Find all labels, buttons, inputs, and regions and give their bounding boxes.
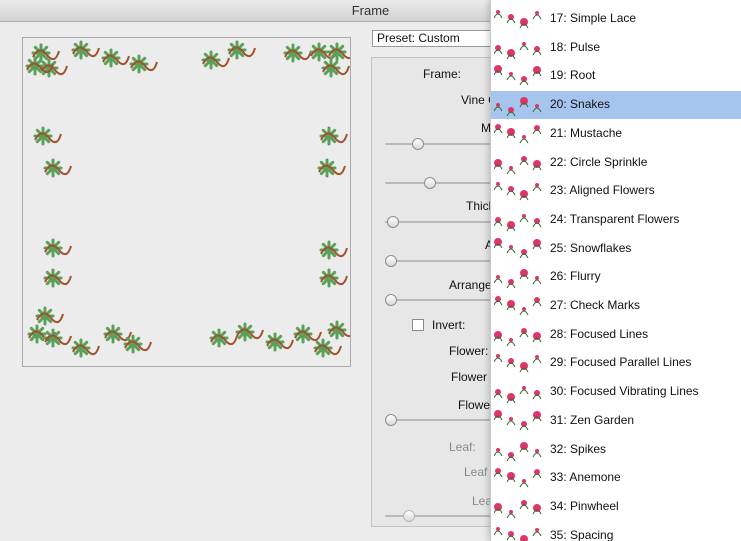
arrange-label: Arrange [449,278,492,292]
frame-thumbnail-icon [494,409,542,431]
frame-thumbnail-icon [494,182,542,201]
frame-thumbnail-icon [494,41,542,59]
frame-thumbnail-icon [494,269,542,289]
menu-item-8[interactable]: 25: Snowflakes [491,235,741,263]
menu-item-label: 35: Spacing [550,527,614,541]
menu-item-15[interactable]: 32: Spikes [491,436,741,464]
frame-thumbnail-icon [494,526,542,541]
frame-thumbnail-icon [494,237,542,258]
slider-6[interactable] [385,414,496,426]
slider-1[interactable] [385,138,496,150]
leaf-label: Leaf: [449,440,476,454]
menu-item-label: 22: Circle Sprinkle [550,154,648,169]
menu-item-4[interactable]: 21: Mustache [491,120,741,148]
menu-item-label: 25: Snowflakes [550,240,632,255]
frame-thumbnail-icon [494,123,542,144]
frame-preview-canvas [25,40,350,358]
menu-item-label: 32: Spikes [550,441,607,456]
frame-style-menu[interactable]: 17: Simple Lace 18: Pulse 19: Root 20: Snak… [490,0,741,541]
menu-item-7[interactable]: 24: Transparent Flowers [491,206,741,234]
frame-thumbnail-icon [494,386,542,404]
menu-item-label: 31: Zen Garden [550,412,635,427]
slider-3[interactable] [385,216,496,228]
frame-thumbnail-icon [494,213,542,232]
menu-item-12[interactable]: 29: Focused Parallel Lines [491,349,741,377]
slider-4[interactable] [385,255,496,267]
menu-item-9[interactable]: 26: Flurry [491,263,741,291]
menu-item-0[interactable]: 17: Simple Lace [491,5,741,33]
menu-item-label: 21: Mustache [550,125,623,140]
frame-label: Frame: [423,67,462,81]
menu-item-6[interactable]: 23: Aligned Flowers [491,177,741,205]
menu-item-10[interactable]: 27: Check Marks [491,292,741,320]
frame-preview [22,37,351,367]
flower-size-label: Flower [458,398,495,412]
invert-label: Invert: [432,318,466,332]
menu-item-label: 27: Check Marks [550,298,641,312]
frame-thumbnail-icon [494,155,542,174]
menu-item-11[interactable]: 28: Focused Lines [491,321,741,349]
flower-label: Flower: [449,344,489,358]
menu-item-label: 23: Aligned Flowers [550,183,655,198]
menu-item-1[interactable]: 18: Pulse [491,34,741,62]
menu-item-label: 30: Focused Vibrating Lines [550,384,699,399]
menu-item-2[interactable]: 19: Root [491,62,741,90]
frame-thumbnail-icon [494,499,542,519]
menu-item-label: 18: Pulse [550,39,601,54]
menu-item-17[interactable]: 34: Pinwheel [491,493,741,521]
menu-item-label: 29: Focused Parallel Lines [550,355,692,370]
frame-thumbnail-icon [494,441,542,461]
menu-item-5[interactable]: 22: Circle Sprinkle [491,149,741,177]
menu-item-18[interactable]: 35: Spacing [491,522,741,541]
invert-checkbox[interactable] [412,319,424,331]
frame-thumbnail-icon [494,468,542,488]
slider-2[interactable] [385,177,496,189]
frame-thumbnail-icon [494,65,542,86]
menu-item-13[interactable]: 30: Focused Vibrating Lines [491,378,741,406]
menu-item-3[interactable]: 20: Snakes [491,91,741,120]
menu-item-14[interactable]: 31: Zen Garden [491,407,741,435]
menu-item-label: 26: Flurry [550,269,601,284]
menu-item-label: 19: Root [550,68,596,83]
slider-5[interactable] [385,294,496,306]
settings-panel [371,57,496,527]
frame-thumbnail-icon [494,296,542,316]
frame-thumbnail-icon [494,97,542,117]
menu-item-label: 34: Pinwheel [550,498,619,513]
frame-thumbnail-icon [494,327,542,346]
menu-item-label: 28: Focused Lines [550,326,649,341]
menu-item-16[interactable]: 33: Anemone [491,464,741,492]
frame-thumbnail-icon [494,10,542,29]
preset-select[interactable]: Preset: Custom [372,30,496,47]
menu-item-label: 17: Simple Lace [550,11,637,25]
slider-7[interactable] [385,510,496,522]
menu-item-label: 33: Anemone [550,470,621,485]
menu-item-label: 20: Snakes [550,97,611,112]
menu-item-label: 24: Transparent Flowers [550,211,680,226]
frame-thumbnail-icon [494,354,542,373]
